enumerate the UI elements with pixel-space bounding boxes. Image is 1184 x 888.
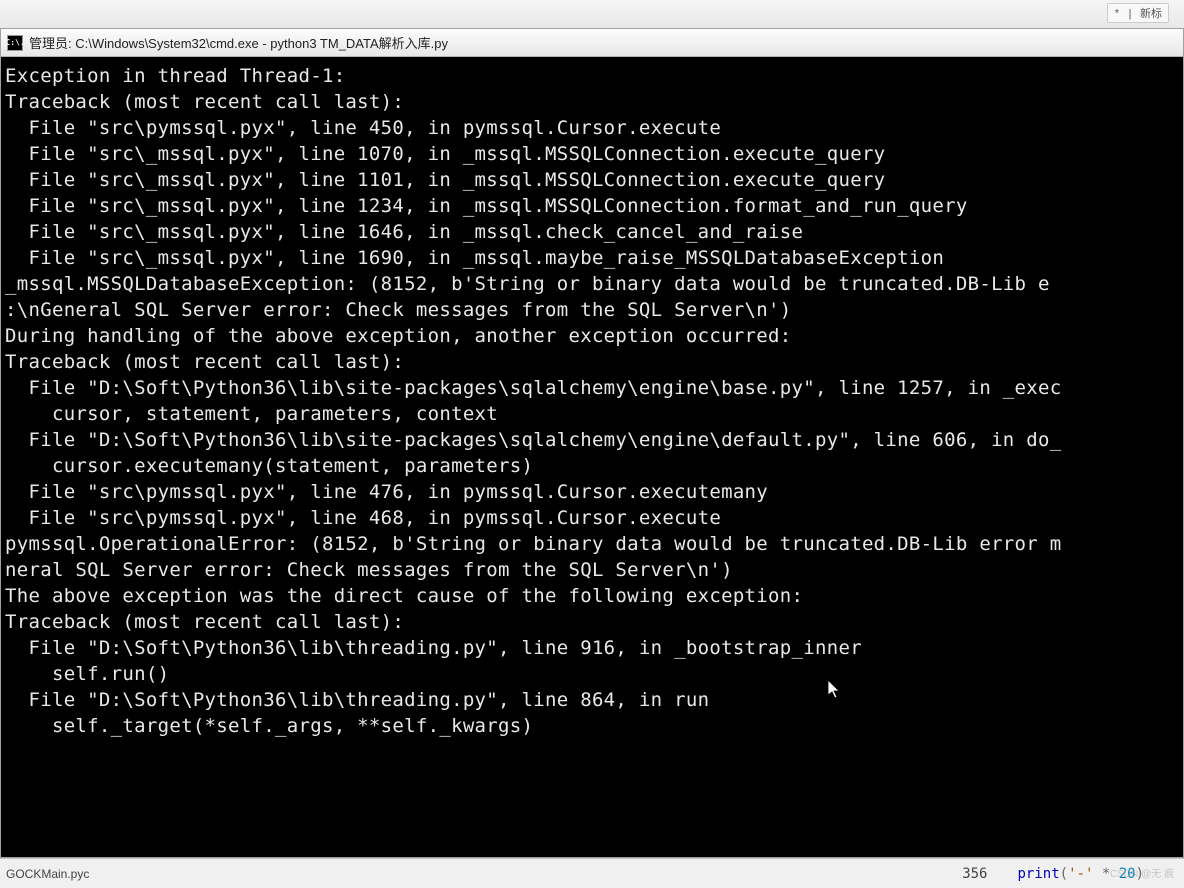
terminal-line: :\nGeneral SQL Server error: Check messa…	[5, 297, 1179, 323]
terminal-output[interactable]: Exception in thread Thread-1:Traceback (…	[1, 57, 1183, 857]
terminal-line: File "D:\Soft\Python36\lib\site-packages…	[5, 375, 1179, 401]
terminal-line: File "src\_mssql.pyx", line 1690, in _ms…	[5, 245, 1179, 271]
terminal-line: _mssql.MSSQLDatabaseException: (8152, b'…	[5, 271, 1179, 297]
terminal-line: File "src\pymssql.pyx", line 476, in pym…	[5, 479, 1179, 505]
terminal-line: File "src\_mssql.pyx", line 1070, in _ms…	[5, 141, 1179, 167]
terminal-line: File "D:\Soft\Python36\lib\site-packages…	[5, 427, 1179, 453]
terminal-line: File "src\pymssql.pyx", line 468, in pym…	[5, 505, 1179, 531]
cmd-icon: C:\.	[7, 35, 23, 51]
terminal-line: cursor.executemany(statement, parameters…	[5, 453, 1179, 479]
terminal-line: File "src\_mssql.pyx", line 1234, in _ms…	[5, 193, 1179, 219]
new-tab-hint: * | 新标	[1107, 3, 1169, 23]
terminal-line: The above exception was the direct cause…	[5, 583, 1179, 609]
terminal-line: Traceback (most recent call last):	[5, 89, 1179, 115]
terminal-line: File "src\_mssql.pyx", line 1101, in _ms…	[5, 167, 1179, 193]
terminal-line: File "src\_mssql.pyx", line 1646, in _ms…	[5, 219, 1179, 245]
terminal-line: cursor, statement, parameters, context	[5, 401, 1179, 427]
terminal-line: Traceback (most recent call last):	[5, 609, 1179, 635]
terminal-line: self._target(*self._args, **self._kwargs…	[5, 713, 1179, 739]
watermark: CSDN @无 痕	[1110, 865, 1174, 880]
ide-statusbar: GOCKMain.pyc 356 print('-' * 20)	[0, 858, 1184, 888]
status-file: GOCKMain.pyc	[0, 867, 120, 881]
terminal-line: pymssql.OperationalError: (8152, b'Strin…	[5, 531, 1179, 557]
terminal-line: File "src\pymssql.pyx", line 450, in pym…	[5, 115, 1179, 141]
terminal-line: During handling of the above exception, …	[5, 323, 1179, 349]
window-title: 管理员: C:\Windows\System32\cmd.exe - pytho…	[29, 33, 448, 52]
terminal-line: Exception in thread Thread-1:	[5, 63, 1179, 89]
terminal-line: self.run()	[5, 661, 1179, 687]
terminal-line: File "D:\Soft\Python36\lib\threading.py"…	[5, 635, 1179, 661]
ide-backdrop	[0, 0, 1184, 28]
terminal-line: neral SQL Server error: Check messages f…	[5, 557, 1179, 583]
status-line-number: 356	[942, 866, 1007, 882]
title-bar[interactable]: C:\. 管理员: C:\Windows\System32\cmd.exe - …	[1, 29, 1183, 57]
cmd-window: C:\. 管理员: C:\Windows\System32\cmd.exe - …	[0, 28, 1184, 858]
terminal-line: File "D:\Soft\Python36\lib\threading.py"…	[5, 687, 1179, 713]
terminal-line: Traceback (most recent call last):	[5, 349, 1179, 375]
